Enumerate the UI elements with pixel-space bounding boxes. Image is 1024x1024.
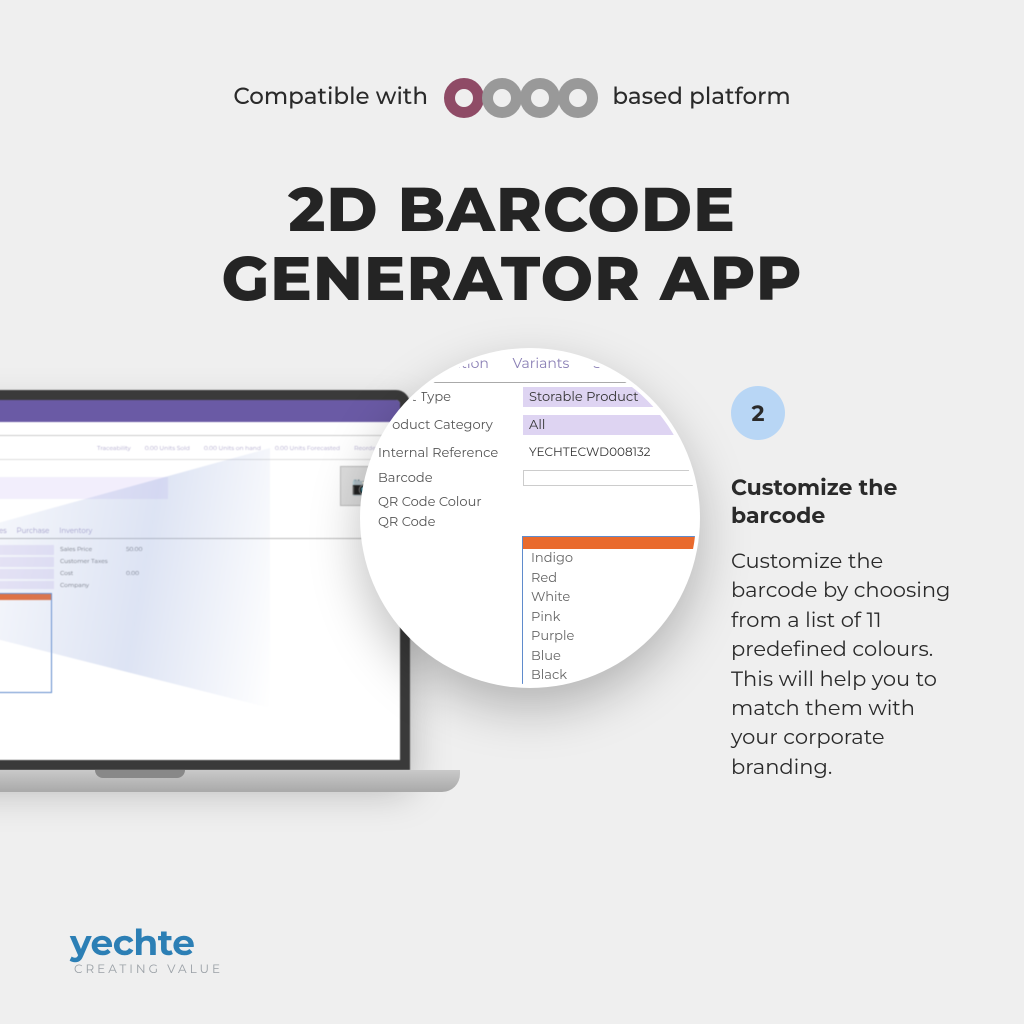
zoom-row-qr-colour: QR Code Colour bbox=[360, 490, 700, 514]
tab-inventory: Inventory bbox=[59, 526, 92, 535]
toolbar-item: 0.00 Units Sold bbox=[145, 444, 190, 452]
can-be-purchased: Can be Purchased bbox=[0, 510, 392, 518]
product-flags: Can be Sold Can be Purchased bbox=[0, 502, 392, 518]
val: 0.00 bbox=[126, 569, 186, 579]
val: All bbox=[523, 415, 700, 435]
tab: …mation bbox=[429, 354, 489, 372]
tab: Variants bbox=[513, 354, 570, 372]
qr-colour-dropdown[interactable]: Indigo Red White Pink Purple Blue Black … bbox=[522, 536, 700, 688]
app-toolbar: Traceability 0.00 Units Sold 0.00 Units … bbox=[0, 436, 400, 460]
feature-body: Customize the barcode by choosing from a… bbox=[731, 547, 966, 782]
product-form: Product Name Study Table Can be Sold Can… bbox=[0, 460, 400, 770]
zoom-row-barcode: Barcode bbox=[360, 466, 700, 490]
val: Storable Product bbox=[0, 545, 54, 555]
zoom-tabs: …mation Variants Sales Purchase bbox=[360, 348, 700, 383]
toolbar-item: 0.00 Units on hand bbox=[204, 444, 261, 452]
lab: Cost bbox=[60, 569, 120, 579]
compat-pre: Compatible with bbox=[233, 82, 428, 110]
dropdown-highlight-bar bbox=[523, 537, 700, 549]
lab: QR Code bbox=[378, 514, 523, 530]
barcode-input[interactable] bbox=[523, 470, 700, 486]
brand-name: yechte bbox=[70, 925, 223, 961]
tab-sales: Sales bbox=[0, 526, 7, 535]
odoo-logo bbox=[444, 78, 596, 124]
val: YECHTECWD008132 bbox=[523, 443, 700, 462]
step-number-badge: 2 bbox=[731, 386, 785, 440]
toolbar-item: 0.00 Units Forecasted bbox=[275, 444, 340, 452]
compatibility-line: Compatible with based platform bbox=[0, 78, 1024, 124]
lab: Customer Taxes bbox=[60, 557, 120, 567]
lab: Barcode bbox=[378, 470, 523, 486]
lab: Company bbox=[60, 581, 120, 589]
compat-post: based platform bbox=[612, 82, 790, 110]
lab: Product Category bbox=[378, 417, 523, 433]
val: Storable Product bbox=[523, 387, 700, 407]
val: 50.00 bbox=[126, 545, 186, 555]
app-topbar bbox=[0, 400, 400, 422]
laptop-base bbox=[0, 770, 460, 792]
colour-option[interactable]: Pink bbox=[523, 608, 700, 628]
val bbox=[0, 581, 54, 589]
app-subbar: Reporting Configuration bbox=[0, 422, 400, 436]
zoom-circle: …mation Variants Sales Purchase …duct Ty… bbox=[360, 348, 700, 688]
lab: …duct Type bbox=[378, 389, 523, 405]
colour-option[interactable]: Indigo bbox=[523, 549, 700, 569]
can-be-sold: Can be Sold bbox=[0, 502, 392, 510]
toolbar-item: Traceability bbox=[97, 444, 131, 452]
zoom-row-qr-code: QR Code bbox=[360, 514, 700, 534]
colour-option[interactable]: Blue bbox=[523, 647, 700, 667]
title-line-2: GENERATOR APP bbox=[0, 244, 1024, 313]
brand-logo: yechte CREATING VALUE bbox=[70, 925, 223, 976]
val: All bbox=[0, 557, 54, 567]
tab: Sales bbox=[593, 354, 629, 372]
feature-heading: Customize the barcode bbox=[731, 474, 966, 529]
title-line-1: 2D BARCODE bbox=[0, 175, 1024, 244]
zoom-row-internal-ref: Internal Reference YECHTECWD008132 bbox=[360, 439, 700, 466]
colour-option[interactable]: Black bbox=[523, 666, 700, 686]
main-title: 2D BARCODE GENERATOR APP bbox=[0, 175, 1024, 314]
qr-colour-dropdown[interactable]: IndigoRedWhite PinkPurpleBlue BlackGreen… bbox=[0, 593, 52, 693]
lab: QR Code Colour bbox=[378, 494, 523, 510]
zoom-row-product-type: …duct Type Storable Product bbox=[360, 383, 700, 411]
colour-option[interactable]: Green bbox=[523, 686, 700, 689]
feature-block: 2 Customize the barcode Customize the ba… bbox=[731, 386, 966, 782]
laptop-screen: Reporting Configuration Traceability 0.0… bbox=[0, 390, 410, 770]
colour-option[interactable]: White bbox=[523, 588, 700, 608]
product-tabs: General Information Variants Sales Purch… bbox=[0, 526, 392, 539]
brand-tagline: CREATING VALUE bbox=[74, 964, 223, 976]
lab: Internal Reference bbox=[378, 445, 523, 461]
lab: Sales Price bbox=[60, 545, 120, 555]
mini-form: Product Type Storable Product Sales Pric… bbox=[0, 545, 392, 703]
colour-option[interactable]: Red bbox=[523, 569, 700, 589]
colour-option[interactable]: Purple bbox=[523, 627, 700, 647]
zoom-row-product-category: Product Category All bbox=[360, 411, 700, 439]
product-name-label: Product Name bbox=[0, 466, 392, 475]
product-name-value: Study Table bbox=[0, 477, 168, 499]
tab-purchase: Purchase bbox=[17, 526, 50, 535]
val: YECHTECWD008132 bbox=[0, 569, 54, 579]
tab: Purchase bbox=[653, 354, 700, 372]
